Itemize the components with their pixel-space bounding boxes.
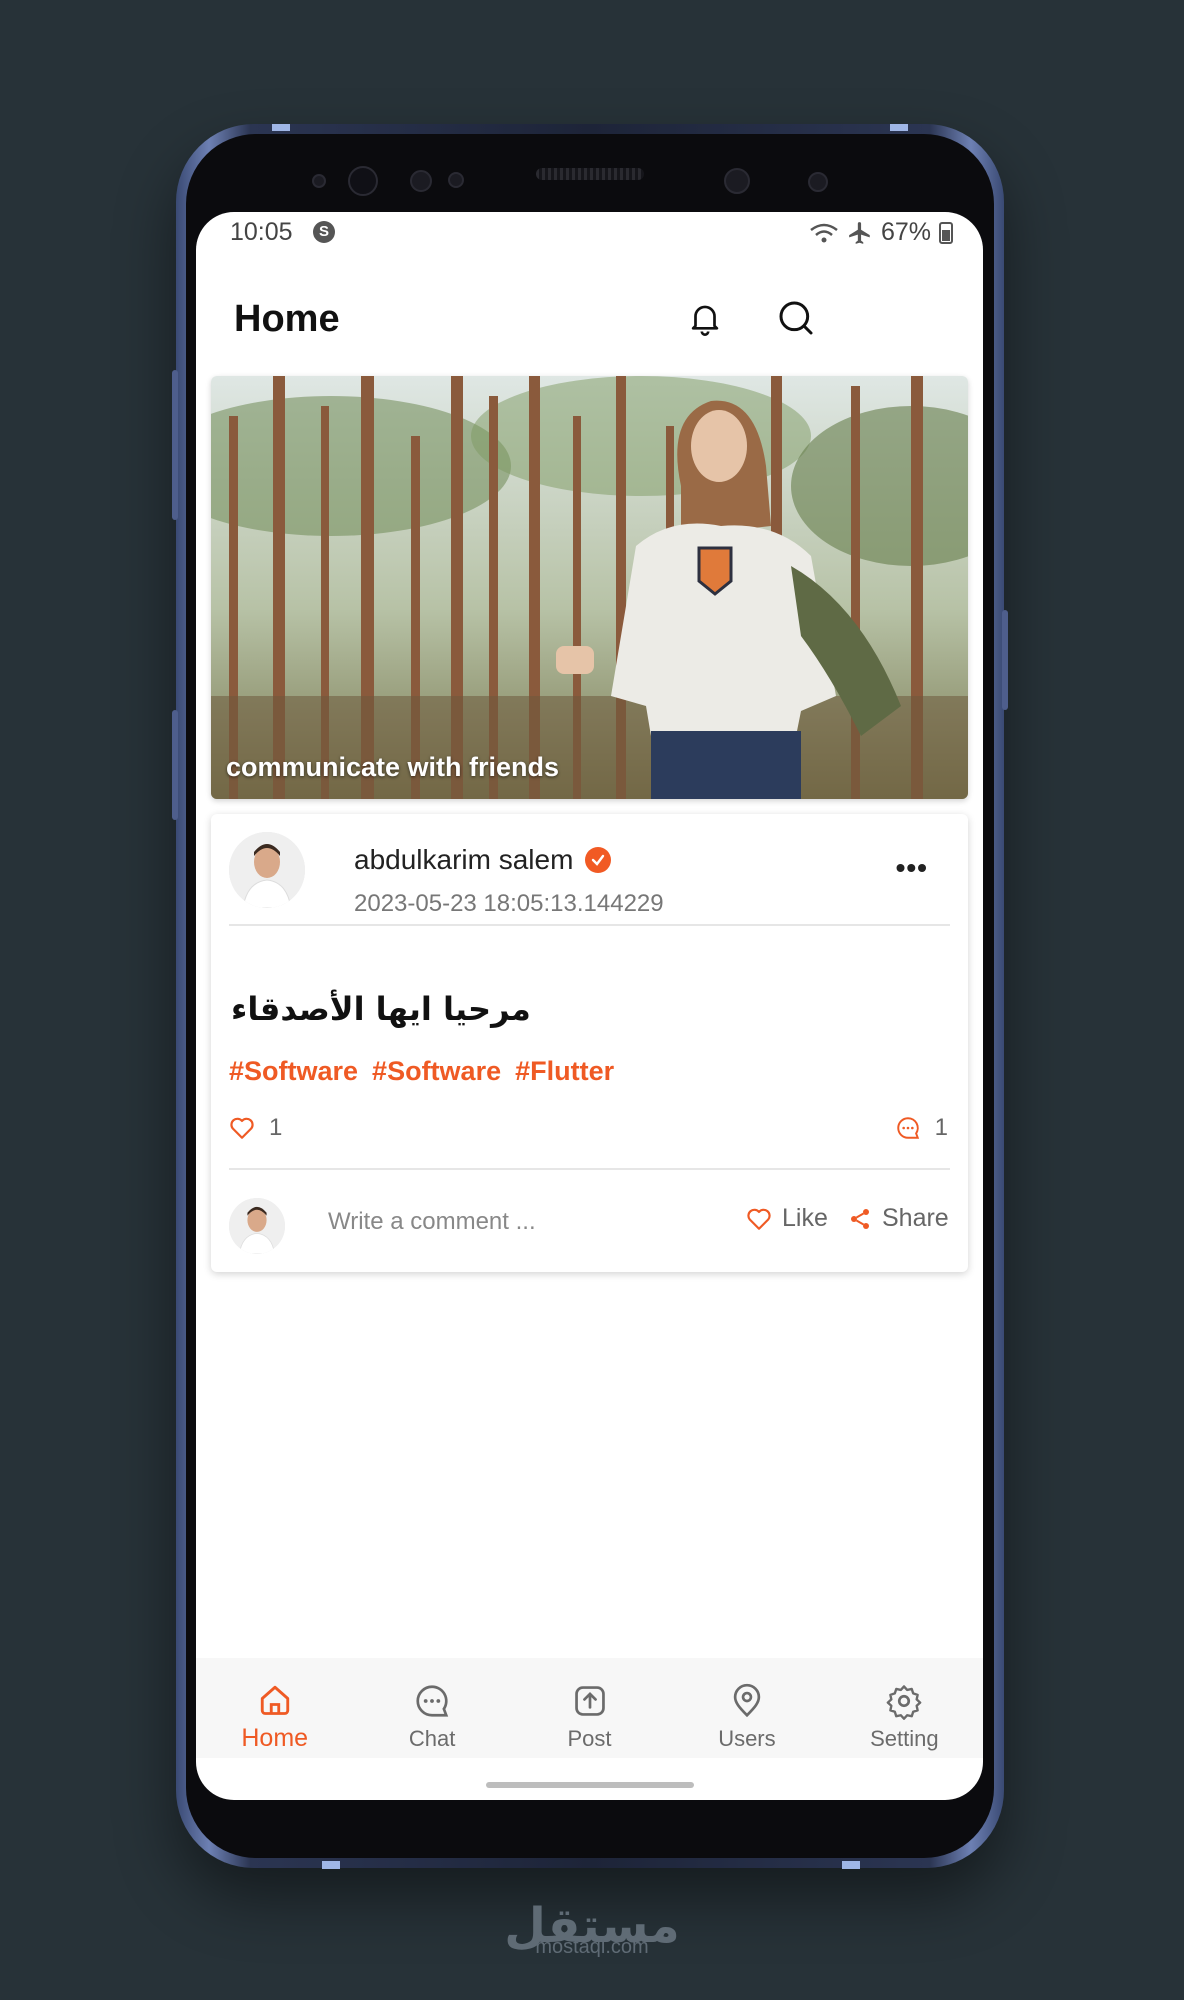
tag-link[interactable]: #Software (229, 1056, 358, 1087)
volume-button (172, 710, 178, 820)
nav-chat[interactable]: Chat (353, 1658, 510, 1758)
status-time: 10:05 (230, 218, 293, 246)
antenna-band (322, 1861, 340, 1869)
banner-caption: communicate with friends (226, 752, 560, 782)
battery-percent: 67% (880, 218, 931, 246)
tag-link[interactable]: #Software (372, 1056, 501, 1087)
gear-icon (886, 1685, 922, 1720)
bixby-button (1002, 610, 1008, 710)
sensor-dot (448, 172, 464, 188)
chat-icon (416, 1685, 449, 1717)
speaker-grill (536, 168, 644, 180)
battery-icon (939, 221, 953, 244)
divider (229, 924, 950, 926)
upload-icon (574, 1686, 605, 1716)
nav-label: Users (718, 1726, 776, 1751)
bottom-nav: Home Chat Post Users Setting (196, 1658, 983, 1758)
author-name-row: abdulkarim salem (354, 844, 612, 876)
home-icon (260, 1685, 289, 1715)
antenna-band (890, 124, 908, 131)
user-avatar (229, 1198, 285, 1254)
status-bar: 10:05 S 67% (196, 212, 983, 256)
likes-count[interactable]: 1 (229, 1114, 282, 1142)
antenna-band (842, 1861, 860, 1869)
nav-label: Setting (870, 1726, 939, 1751)
app-bar: Home (196, 268, 983, 360)
sensor-dot (808, 172, 828, 192)
location-pin-icon (733, 1683, 761, 1718)
heart-icon (230, 1117, 254, 1139)
antenna-band (272, 124, 290, 131)
banner-image (211, 376, 968, 799)
front-camera (348, 166, 378, 196)
nav-post[interactable]: Post (511, 1658, 668, 1758)
comments-value: 1 (934, 1114, 948, 1141)
bell-icon[interactable] (683, 296, 727, 340)
post-text: مرحيا ايها الأصدقاء (231, 990, 531, 1028)
wifi-icon (810, 223, 838, 242)
hero-banner[interactable]: communicate with friends (211, 376, 968, 799)
sensor-dot (410, 170, 432, 192)
post-timestamp: 2023-05-23 18:05:13.144229 (354, 890, 664, 917)
app-screen: 10:05 S 67% Home communicate with friend… (196, 212, 983, 1800)
nav-setting[interactable]: Setting (826, 1658, 983, 1758)
share-label: Share (882, 1204, 949, 1232)
search-icon[interactable] (774, 296, 818, 340)
heart-icon (747, 1208, 771, 1230)
verified-icon (585, 847, 612, 873)
sensor-dot (312, 174, 326, 188)
post-card: abdulkarim salem 2023-05-23 18:05:13.144… (211, 814, 968, 1272)
s-badge-icon: S (313, 221, 335, 243)
divider (229, 1168, 950, 1170)
comment-input[interactable]: Write a comment ... (328, 1208, 536, 1236)
author-name[interactable]: abdulkarim salem (354, 844, 573, 876)
power-button (172, 370, 178, 520)
iris-camera (724, 168, 750, 194)
like-label: Like (782, 1204, 828, 1232)
nav-label: Post (567, 1726, 612, 1751)
share-button[interactable]: Share (848, 1204, 949, 1233)
nav-users[interactable]: Users (668, 1658, 825, 1758)
home-indicator[interactable] (486, 1782, 694, 1788)
tag-link[interactable]: #Flutter (515, 1056, 614, 1087)
author-avatar[interactable] (229, 832, 305, 908)
like-button[interactable]: Like (746, 1204, 828, 1233)
more-options-icon[interactable]: ••• (896, 852, 928, 884)
airplane-icon (849, 221, 870, 244)
comments-count[interactable]: 1 (895, 1114, 948, 1142)
watermark-domain: mostaql.com (535, 1936, 649, 1958)
nav-label: Home (241, 1724, 309, 1752)
likes-value: 1 (269, 1114, 283, 1141)
nav-label: Chat (408, 1726, 456, 1751)
comment-icon (896, 1117, 919, 1139)
page-title: Home (234, 298, 340, 340)
status-right: 67% (809, 218, 953, 247)
comment-row: Write a comment ... Like Share (211, 1184, 968, 1264)
nav-home[interactable]: Home (196, 1658, 353, 1758)
post-tags: #Software #Software #Flutter (229, 1056, 614, 1087)
share-icon (851, 1208, 869, 1229)
